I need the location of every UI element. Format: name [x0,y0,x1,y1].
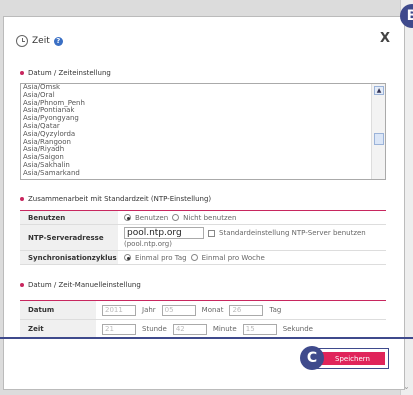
server-line: pool.ntp.org Standardeinstellung NTP-Ser… [124,227,366,239]
timezone-list[interactable]: Asia/Omsk Asia/Oral Asia/Phnom_Penh Asia/Po… [20,83,386,180]
scroll-thumb[interactable] [374,133,384,145]
row-label: Benutzen [20,211,118,224]
year-input[interactable]: 2011 [102,304,136,316]
save-button[interactable]: Speichern [320,352,385,365]
minute-unit: Minute [212,325,237,333]
year-unit: Jahr [142,306,156,314]
section-title: Zusammenarbeit mit Standardzeit (NTP-Ein… [28,195,212,203]
row-label: Datum [20,301,96,319]
ntp-server-input[interactable]: pool.ntp.org [124,227,204,239]
timezone-option[interactable]: Asia/Qyzylorda [23,130,369,139]
radio-use-label: Benutzen [135,213,169,222]
section-datetime: Datum / Zeiteinstellung [20,69,111,77]
section-ntp: Zusammenarbeit mit Standardzeit (NTP-Ein… [20,195,211,203]
timezone-scrollbar[interactable]: ▲ [371,84,385,179]
ntp-sync-row: Synchronisationzyklus Einmal pro Tag Ein… [20,251,386,265]
timezone-option[interactable]: Asia/Saigon [23,153,369,162]
help-icon[interactable]: ? [53,36,63,46]
row-value: 21 Stunde 42 Minute 15 Sekunde [96,323,313,335]
radio-sync-week-label: Einmal pro Woche [201,253,265,262]
radio-not-use-label: Nicht benutzen [183,213,237,222]
radio-not-use[interactable] [172,214,180,221]
second-unit: Sekunde [282,325,313,333]
day-unit: Tag [269,306,282,314]
timezone-items: Asia/Omsk Asia/Oral Asia/Phnom_Penh Asia/Po… [23,84,369,179]
callout-frame-line [0,337,413,339]
radio-sync-day-label: Einmal pro Tag [135,253,187,262]
month-unit: Monat [201,306,224,314]
row-label: NTP-Serveradresse [20,225,118,250]
dialog-title: Zeit [32,36,50,46]
ntp-use-row: Benutzen Benutzen Nicht benutzen [20,211,386,225]
row-value: 2011 Jahr 05 Monat 26 Tag [96,304,282,316]
hour-unit: Stunde [142,325,167,333]
section-manual: Datum / Zeit-Manuelleinstellung [20,281,141,289]
bullet-icon [20,283,24,287]
section-title: Datum / Zeit-Manuelleinstellung [28,281,141,289]
ntp-table: Benutzen Benutzen Nicht benutzen NTP-Ser… [20,210,386,265]
manual-table: Datum 2011 Jahr 05 Monat 26 Tag Zeit 21 … [20,300,386,339]
hour-input[interactable]: 21 [102,323,136,335]
timezone-option[interactable]: Asia/Riyadh [23,146,369,154]
radio-use[interactable] [124,214,131,221]
section-title: Datum / Zeiteinstellung [28,69,111,77]
scroll-up-icon[interactable]: ▲ [374,86,384,95]
bullet-icon [20,197,24,201]
month-input[interactable]: 05 [161,304,196,316]
timezone-option[interactable]: Asia/Samarkand [23,169,369,178]
manual-date-row: Datum 2011 Jahr 05 Monat 26 Tag [20,301,386,320]
bullet-icon [20,71,24,75]
timezone-option[interactable]: Asia/Pyongyang [23,114,369,123]
minute-input[interactable]: 42 [172,323,207,335]
default-ntp-label: Standardeinstellung NTP-Server benutzen [219,229,366,237]
row-value: Einmal pro Tag Einmal pro Woche [118,254,265,262]
ntp-server-row: NTP-Serveradresse pool.ntp.org Standarde… [20,225,386,251]
second-input[interactable]: 15 [242,323,277,335]
clock-icon [16,35,28,47]
timezone-option[interactable]: Asia/Omsk [23,84,369,92]
ntp-server-hint: (pool.ntp.org) [124,240,172,248]
row-value: pool.ntp.org Standardeinstellung NTP-Ser… [118,227,366,248]
radio-sync-week[interactable] [190,254,198,261]
radio-sync-day[interactable] [124,254,131,261]
timezone-option[interactable]: Asia/Phnom_Penh [23,99,369,108]
day-input[interactable]: 26 [229,304,264,316]
row-label: Synchronisationzyklus [20,251,118,264]
callout-badge-c: C [300,346,324,370]
close-button[interactable]: X [380,31,390,46]
row-label: Zeit [20,320,96,338]
row-value: Benutzen Nicht benutzen [118,214,236,222]
dialog-header: Zeit ? [16,35,63,47]
default-ntp-checkbox[interactable] [208,229,215,237]
timezone-option[interactable]: Asia/Rangoon [23,138,369,147]
